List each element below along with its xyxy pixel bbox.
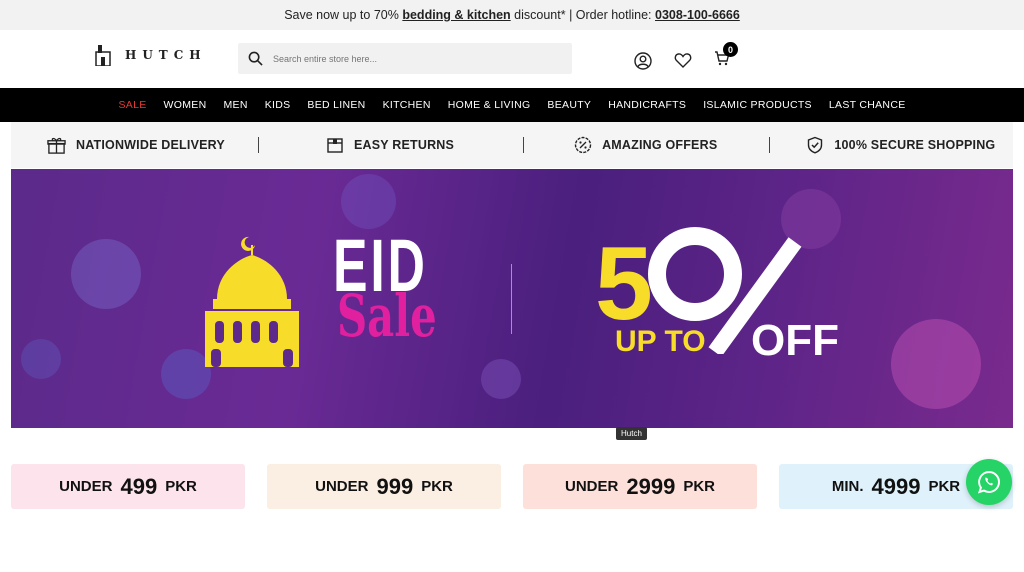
price-tile-amount: 4999 — [871, 473, 921, 499]
feature-divider — [769, 137, 771, 153]
banner-divider — [511, 264, 512, 334]
price-tile-currency: PKR — [165, 478, 197, 495]
price-tile-currency: PKR — [421, 478, 453, 495]
banner-title-sale: Sale — [337, 282, 437, 350]
hero-banner[interactable]: EID Sale 5 UP TO OFF — [11, 169, 1013, 428]
banner-off: OFF — [751, 316, 839, 365]
nav-item-women[interactable]: WOMEN — [164, 99, 207, 111]
nav-item-kids[interactable]: KIDS — [265, 99, 291, 111]
promo-text-suffix: discount* | Order hotline: — [514, 8, 652, 22]
price-tile-under-999[interactable]: UNDER 999 PKR — [267, 464, 501, 509]
banner-up-to: UP TO — [615, 325, 706, 358]
feature-label: 100% SECURE SHOPPING — [834, 138, 996, 152]
price-tile-currency: PKR — [928, 478, 961, 495]
feature-easy-returns: EASY RETURNS — [326, 136, 454, 154]
price-tile-prefix: MIN. — [831, 478, 864, 495]
search-input[interactable] — [273, 53, 553, 64]
feature-nationwide-delivery: NATIONWIDE DELIVERY — [47, 136, 225, 155]
price-tile-amount: 499 — [120, 473, 158, 499]
mosque-icon — [205, 236, 299, 367]
price-tile-under-499[interactable]: UNDER 499 PKR — [11, 464, 245, 509]
whatsapp-icon — [977, 470, 1000, 494]
bokeh-light — [481, 359, 521, 399]
price-tile-amount: 999 — [376, 473, 414, 499]
feature-label: NATIONWIDE DELIVERY — [76, 138, 225, 152]
main-nav: SALE WOMEN MEN KIDS BED LINEN KITCHEN HO… — [0, 88, 1024, 122]
price-tile-prefix: UNDER — [315, 478, 369, 495]
bokeh-light — [71, 239, 141, 309]
discount-digit-zero — [648, 227, 742, 321]
search-bar[interactable] — [238, 43, 572, 74]
price-tile-currency: PKR — [683, 478, 715, 495]
site-header: HUTCH 0 — [0, 30, 1024, 88]
nav-item-bed-linen[interactable]: BED LINEN — [307, 99, 365, 111]
nav-item-beauty[interactable]: BEAUTY — [547, 99, 591, 111]
banner-tooltip: Hutch — [616, 427, 647, 440]
price-tile-prefix: UNDER — [59, 478, 113, 495]
nav-item-islamic-products[interactable]: ISLAMIC PRODUCTS — [703, 99, 812, 111]
feature-amazing-offers: AMAZING OFFERS — [574, 136, 717, 154]
nav-item-kitchen[interactable]: KITCHEN — [383, 99, 431, 111]
feature-divider — [523, 137, 525, 153]
wishlist-icon[interactable] — [674, 52, 692, 69]
features-strip: NATIONWIDE DELIVERY EASY RETURNS AMAZING… — [11, 122, 1013, 168]
nav-item-home-living[interactable]: HOME & LIVING — [448, 99, 531, 111]
whatsapp-chat-button[interactable] — [966, 459, 1012, 505]
nav-item-sale[interactable]: SALE — [118, 99, 146, 111]
shield-check-icon — [808, 136, 823, 154]
nav-item-men[interactable]: MEN — [223, 99, 247, 111]
return-box-icon — [327, 138, 343, 153]
percent-badge-icon — [574, 136, 592, 154]
feature-label: AMAZING OFFERS — [602, 138, 718, 152]
bokeh-light — [21, 339, 61, 379]
price-tile-amount: 2999 — [626, 473, 676, 499]
cart-count-badge: 0 — [723, 42, 738, 57]
bokeh-light — [891, 319, 981, 409]
feature-label: EASY RETURNS — [353, 138, 455, 152]
promo-highlight-link[interactable]: bedding & kitchen — [402, 8, 510, 22]
site-logo[interactable]: HUTCH — [95, 44, 207, 66]
cart-button[interactable]: 0 — [714, 42, 738, 71]
price-tile-under-2999[interactable]: UNDER 2999 PKR — [523, 464, 757, 509]
bokeh-light — [341, 174, 396, 229]
promo-text-prefix: Save now up to 70% — [284, 8, 399, 22]
search-icon[interactable] — [248, 51, 263, 66]
header-actions: 0 — [634, 42, 738, 71]
account-icon[interactable] — [634, 51, 652, 70]
nav-item-last-chance[interactable]: LAST CHANCE — [829, 99, 906, 111]
hotline-link[interactable]: 0308-100-6666 — [655, 8, 740, 22]
nav-item-handicrafts[interactable]: HANDICRAFTS — [608, 99, 686, 111]
logo-mark-icon — [95, 45, 111, 66]
feature-secure-shopping: 100% SECURE SHOPPING — [806, 136, 995, 154]
feature-divider — [257, 137, 259, 153]
promo-bar: Save now up to 70% bedding & kitchen dis… — [0, 0, 1024, 30]
price-tile-prefix: UNDER — [565, 478, 619, 495]
brand-name: HUTCH — [125, 48, 207, 62]
gift-icon — [47, 137, 66, 154]
